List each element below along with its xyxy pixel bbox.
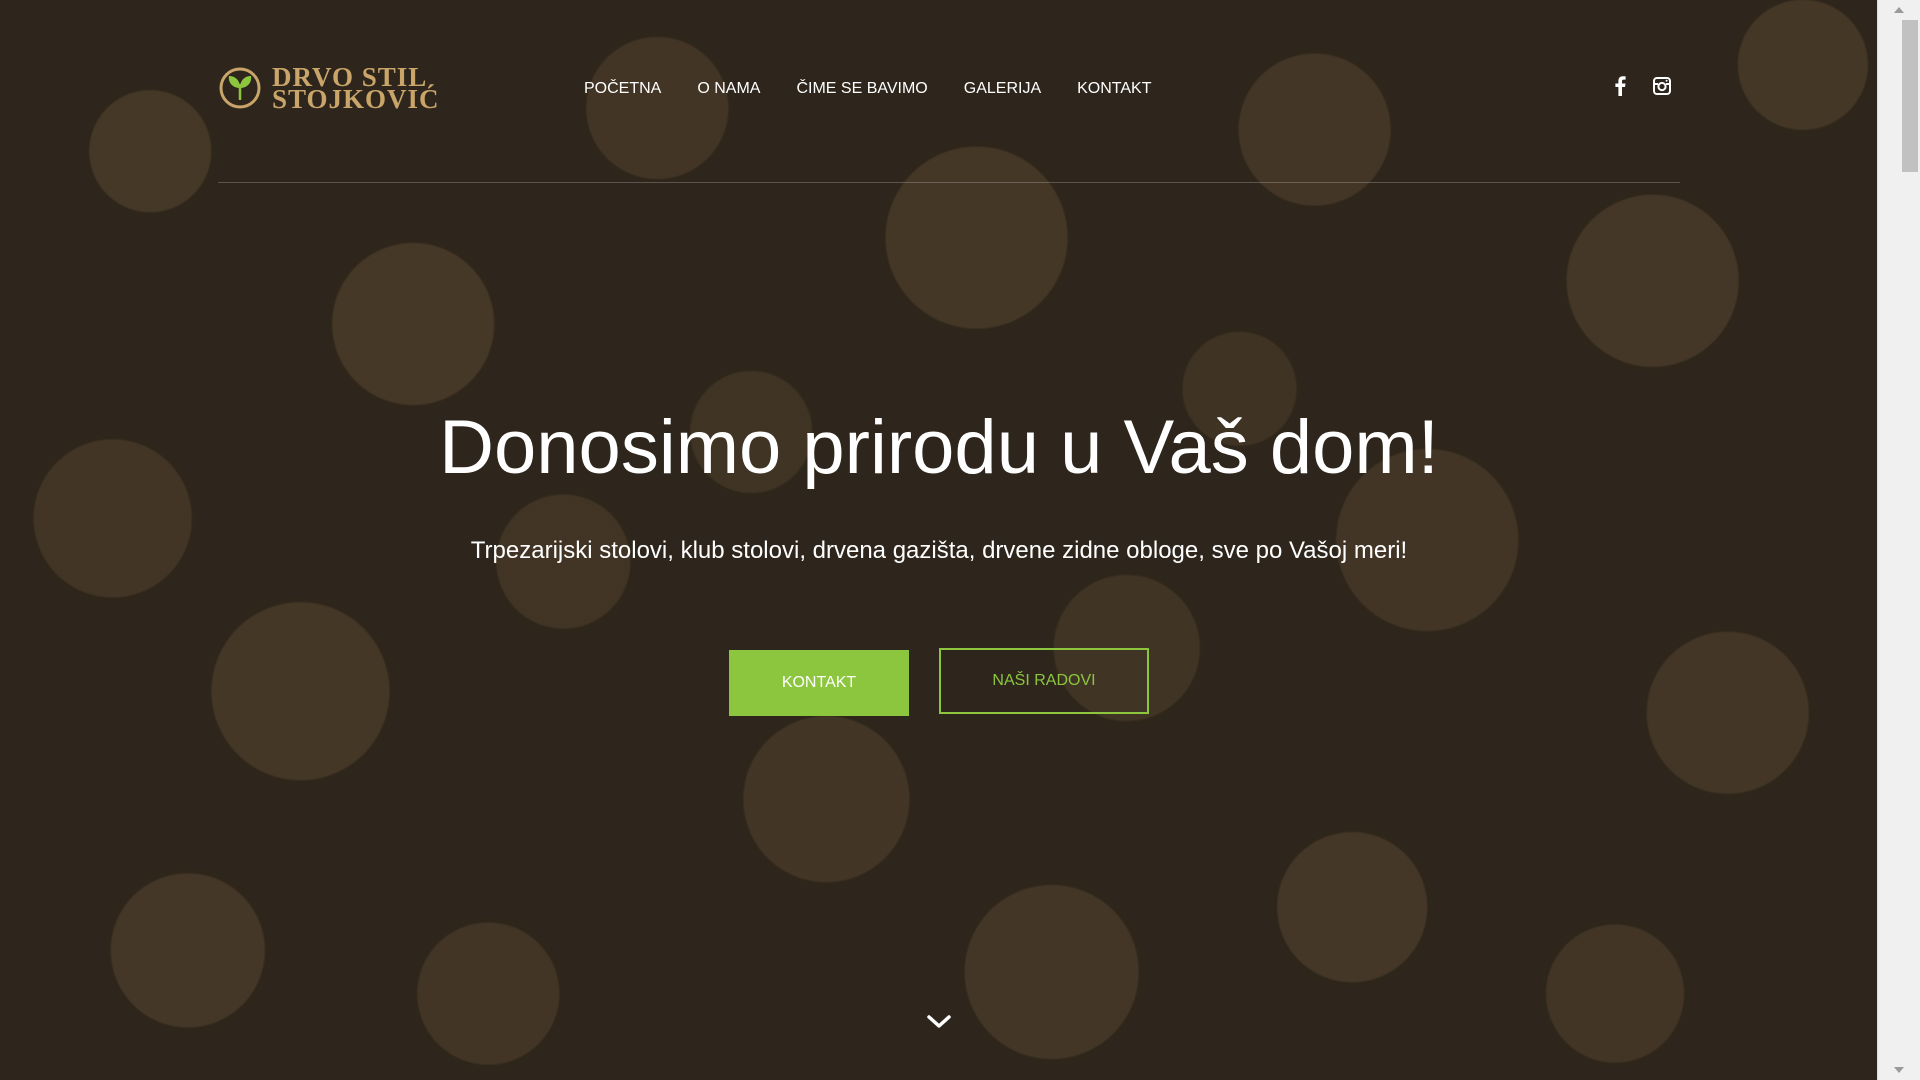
scrollbar-thumb[interactable] — [1902, 20, 1918, 172]
logo-line-2: STOJKOVIĆ — [272, 84, 440, 114]
hero-section: Donosimo prirodu u Vaš dom! Trpezarijski… — [0, 400, 1878, 566]
nav-item-pocetna[interactable]: POČETNA — [566, 80, 679, 98]
leaf-logo-icon — [219, 67, 261, 109]
kontakt-button[interactable]: KONTAKT — [729, 650, 909, 716]
hero-title: Donosimo prirodu u Vaš dom! — [439, 405, 1439, 490]
facebook-icon[interactable] — [1610, 76, 1630, 96]
scroll-down-arrow-icon[interactable] — [1878, 1060, 1920, 1080]
nav-item-galerija[interactable]: GALERIJA — [946, 80, 1059, 98]
hero-background: DRVO STIL STOJKOVIĆ POČETNA O NAMA ČIME … — [0, 0, 1878, 1080]
nasi-radovi-button[interactable]: NAŠI RADOVI — [939, 648, 1149, 714]
scroll-up-arrow-icon[interactable] — [1878, 0, 1920, 20]
hero-buttons: KONTAKT NAŠI RADOVI — [729, 648, 1149, 716]
browser-scrollbar[interactable] — [1877, 0, 1920, 1080]
nav-item-kontakt[interactable]: KONTAKT — [1059, 80, 1169, 98]
chevron-down-icon[interactable] — [925, 1012, 953, 1032]
logo-text: DRVO STIL STOJKOVIĆ — [272, 64, 440, 114]
site-logo[interactable]: DRVO STIL STOJKOVIĆ — [218, 64, 440, 114]
site-header: DRVO STIL STOJKOVIĆ POČETNA O NAMA ČIME … — [218, 0, 1680, 183]
nav-item-o-nama[interactable]: O NAMA — [679, 80, 778, 98]
instagram-icon[interactable] — [1652, 76, 1672, 96]
main-nav: POČETNA O NAMA ČIME SE BAVIMO GALERIJA K… — [566, 80, 1169, 98]
nav-item-cime-se-bavimo[interactable]: ČIME SE BAVIMO — [778, 80, 945, 98]
social-links — [1610, 76, 1672, 96]
hero-subtitle: Trpezarijski stolovi, klub stolovi, drve… — [470, 537, 1408, 564]
